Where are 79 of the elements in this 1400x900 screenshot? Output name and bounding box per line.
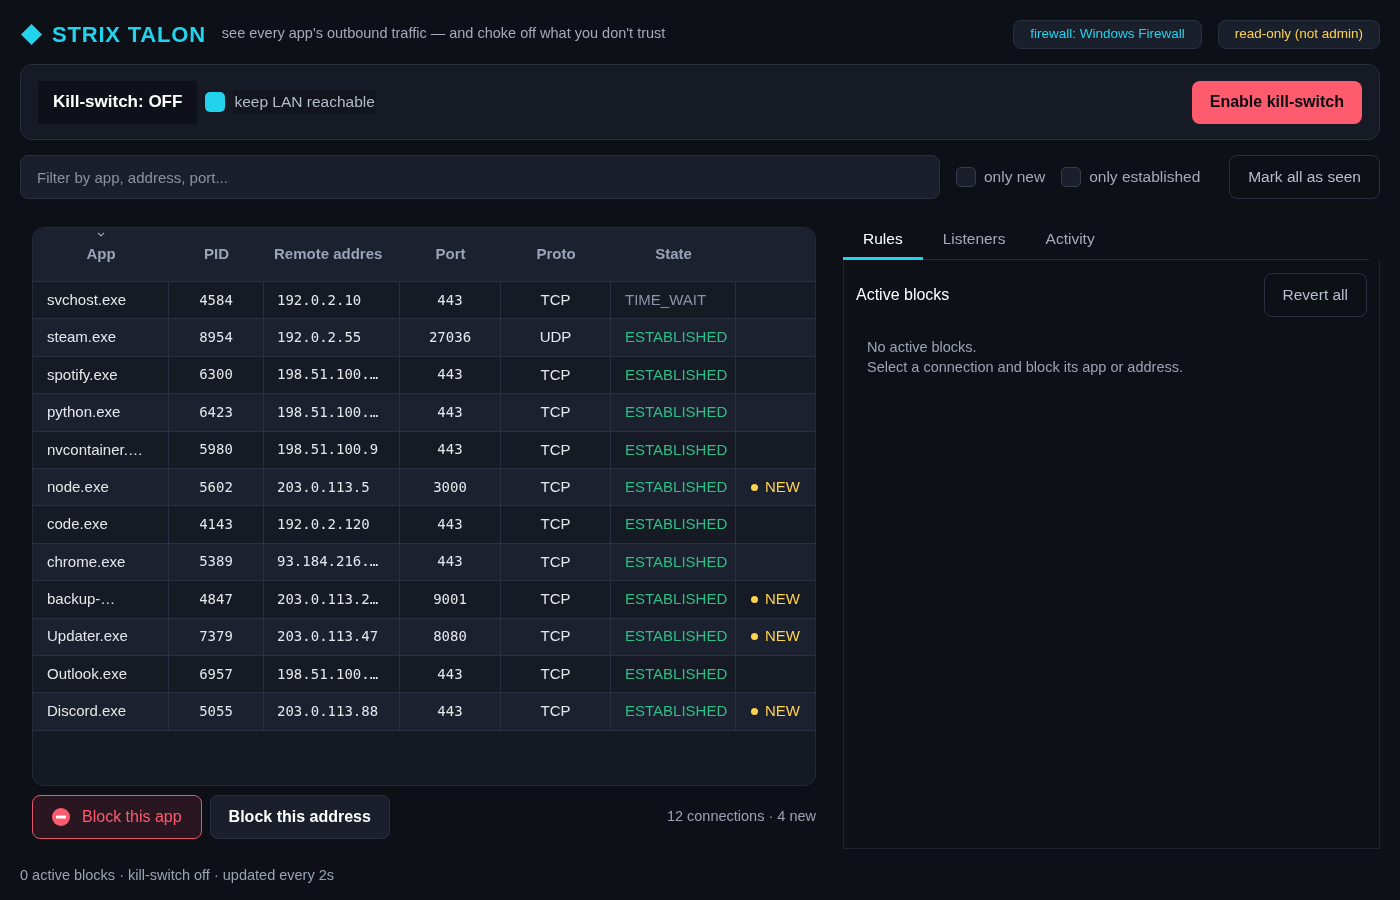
block-button[interactable]: Block this address — [209, 795, 390, 839]
checkbox-label[interactable]: only new — [984, 165, 1046, 189]
table-cell: 203.0.113.88 — [264, 693, 400, 731]
column-header[interactable]: Port — [435, 243, 466, 266]
empty-message: Select a connection and block its app or address. — [867, 358, 1183, 377]
mark-all-seen-button[interactable]: Mark all as seen — [1229, 155, 1380, 199]
table-cell: TCP — [501, 618, 611, 656]
table-cell: 5980 — [169, 431, 264, 469]
table-cell: TCP — [501, 431, 611, 469]
table-cell: 443 — [400, 693, 501, 731]
table-cell: 8080 — [400, 618, 501, 656]
table-cell: python.exe — [33, 394, 169, 432]
table-cell: ESTABLISHED — [611, 693, 736, 731]
block-button[interactable]: Block this app — [32, 795, 202, 839]
empty-message: No active blocks. — [867, 338, 977, 357]
enable-kill-switch-button[interactable]: Enable kill-switch — [1191, 80, 1362, 124]
column-header[interactable]: Remote addres — [274, 243, 383, 266]
table-cell: ESTABLISHED — [611, 319, 736, 357]
table-cell: nvcontainer.… — [33, 431, 169, 469]
table-cell: TCP — [501, 506, 611, 544]
table-cell: 4847 — [169, 581, 264, 619]
table-cell: 6423 — [169, 394, 264, 432]
checkbox[interactable] — [1061, 167, 1082, 187]
table-cell: 192.0.2.120 — [264, 506, 400, 544]
table-cell: ESTABLISHED — [611, 431, 736, 469]
table-cell: code.exe — [33, 506, 169, 544]
table-cell: 443 — [400, 394, 501, 432]
table-cell: steam.exe — [33, 319, 169, 357]
table-cell: ESTABLISHED — [611, 581, 736, 619]
table-cell: 9001 — [400, 581, 501, 619]
tab[interactable]: Listeners — [922, 221, 1026, 260]
table-cell: TCP — [501, 693, 611, 731]
table-cell: TCP — [501, 581, 611, 619]
table-cell: 4143 — [169, 506, 264, 544]
new-label: NEW — [765, 476, 800, 497]
tab[interactable]: Rules — [843, 221, 923, 260]
checkbox[interactable] — [956, 167, 976, 187]
table-cell: 8954 — [169, 319, 264, 357]
column-header[interactable]: PID — [204, 243, 229, 266]
checkbox-label[interactable]: only established — [1089, 165, 1201, 189]
table-cell: ESTABLISHED — [611, 394, 736, 432]
table-cell: 5055 — [169, 693, 264, 731]
connection-summary: 12 connections · 4 new — [666, 807, 816, 827]
section-title: Active blocks — [856, 285, 950, 305]
table-cell: 198.51.100.9 — [264, 431, 400, 469]
table-cell: 203.0.113.47 — [264, 618, 400, 656]
status-text: 0 active blocks · kill-switch off · updated every 2s — [20, 866, 335, 885]
new-label: NEW — [765, 589, 800, 610]
table-cell: 203.0.113.2… — [264, 581, 400, 619]
table-cell: ESTABLISHED — [611, 506, 736, 544]
column-header[interactable]: App — [86, 243, 116, 266]
column-header[interactable]: State — [655, 243, 692, 266]
revert-all-button[interactable]: Revert all — [1263, 273, 1367, 317]
block-icon — [52, 808, 70, 826]
column-header[interactable]: Proto — [536, 243, 576, 266]
status-badge: firewall: Windows Firewall — [1013, 19, 1202, 49]
table-cell: 443 — [400, 506, 501, 544]
table-cell: UDP — [501, 319, 611, 357]
app-title: STRIX TALON — [52, 20, 206, 49]
table-cell: Updater.exe — [33, 618, 169, 656]
filter-input-field[interactable]: Filter by app, address, port... — [20, 155, 940, 199]
new-label: NEW — [765, 701, 800, 722]
table-cell: 443 — [400, 431, 501, 469]
kill-switch-status: Kill-switch: OFF — [38, 80, 198, 124]
tab[interactable]: Activity — [1025, 221, 1115, 260]
diamond-logo-icon — [21, 23, 42, 45]
checkbox[interactable] — [205, 92, 226, 112]
table-cell: ESTABLISHED — [611, 618, 736, 656]
checkbox-label[interactable]: keep LAN reachable — [233, 90, 376, 114]
table-cell: 192.0.2.55 — [264, 319, 400, 357]
table-cell: 7379 — [169, 618, 264, 656]
status-badge: read-only (not admin) — [1217, 19, 1380, 49]
tagline: see every app's outbound traffic — and choke off what you don't trust — [221, 24, 666, 44]
table-cell: 198.51.100.… — [264, 394, 400, 432]
table-cell: backup-… — [33, 581, 169, 619]
table-cell: 27036 — [400, 319, 501, 357]
table-cell: Discord.exe — [33, 693, 169, 731]
new-label: NEW — [765, 626, 800, 647]
table-cell: TCP — [501, 394, 611, 432]
